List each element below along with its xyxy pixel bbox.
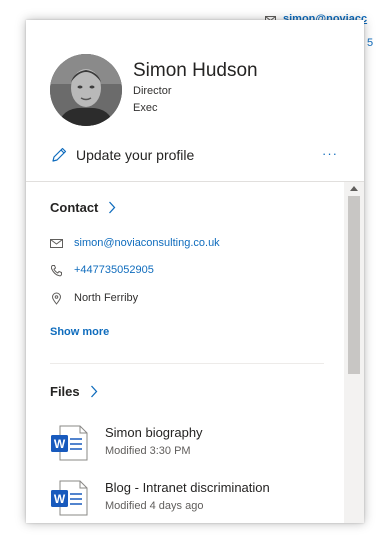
update-profile-label: Update your profile: [76, 147, 195, 163]
chevron-right-icon: [109, 201, 116, 214]
file-modified: Modified 4 days ago: [105, 500, 204, 512]
contact-phone-row: +447735052905: [50, 262, 154, 278]
phone-icon: [50, 264, 62, 276]
svg-text:W: W: [54, 492, 66, 506]
contact-location: North Ferriby: [74, 292, 139, 304]
contact-phone-link[interactable]: +447735052905: [74, 264, 154, 276]
background-text-fragment: 5: [367, 37, 374, 49]
files-heading: Files: [50, 384, 80, 399]
profile-header: Simon Hudson Director Exec Update your p…: [26, 20, 364, 180]
chevron-right-icon: [90, 385, 98, 398]
file-item[interactable]: W Blog - Intranet discrimination Modifie…: [50, 480, 270, 516]
scrollbar[interactable]: [344, 182, 364, 523]
section-divider: [50, 363, 324, 364]
mail-icon: [50, 238, 63, 248]
profile-name: Simon Hudson: [133, 60, 258, 81]
pencil-icon: [52, 147, 67, 162]
contact-location-row: North Ferriby: [50, 290, 138, 306]
location-pin-icon: [51, 292, 62, 305]
contact-heading: Contact: [50, 200, 99, 215]
word-doc-icon: W: [51, 425, 88, 461]
file-item[interactable]: W Simon biography Modified 3:30 PM: [50, 425, 203, 461]
update-profile-button[interactable]: Update your profile: [50, 145, 194, 165]
profile-department: Exec: [133, 102, 158, 114]
contact-email-link[interactable]: simon@noviaconsulting.co.uk: [74, 237, 220, 249]
contact-section-header[interactable]: Contact: [50, 200, 116, 215]
files-section-header[interactable]: Files: [50, 384, 98, 399]
scrollbar-thumb[interactable]: [348, 196, 360, 374]
svg-text:W: W: [54, 437, 66, 451]
file-modified: Modified 3:30 PM: [105, 445, 191, 457]
file-name: Simon biography: [105, 425, 203, 440]
file-name: Blog - Intranet discrimination: [105, 480, 270, 495]
word-doc-icon: W: [51, 480, 88, 516]
scroll-up-arrow-icon[interactable]: [350, 186, 358, 191]
avatar-photo: [50, 54, 122, 126]
contact-email-row: simon@noviaconsulting.co.uk: [50, 235, 220, 251]
profile-job-title: Director: [133, 85, 172, 97]
more-options-button[interactable]: ···: [322, 146, 338, 161]
profile-body: Contact simon@noviaconsulting.co.uk +447…: [26, 182, 344, 523]
avatar[interactable]: [50, 54, 122, 126]
show-more-link[interactable]: Show more: [50, 326, 109, 338]
profile-card: Simon Hudson Director Exec Update your p…: [26, 20, 364, 523]
